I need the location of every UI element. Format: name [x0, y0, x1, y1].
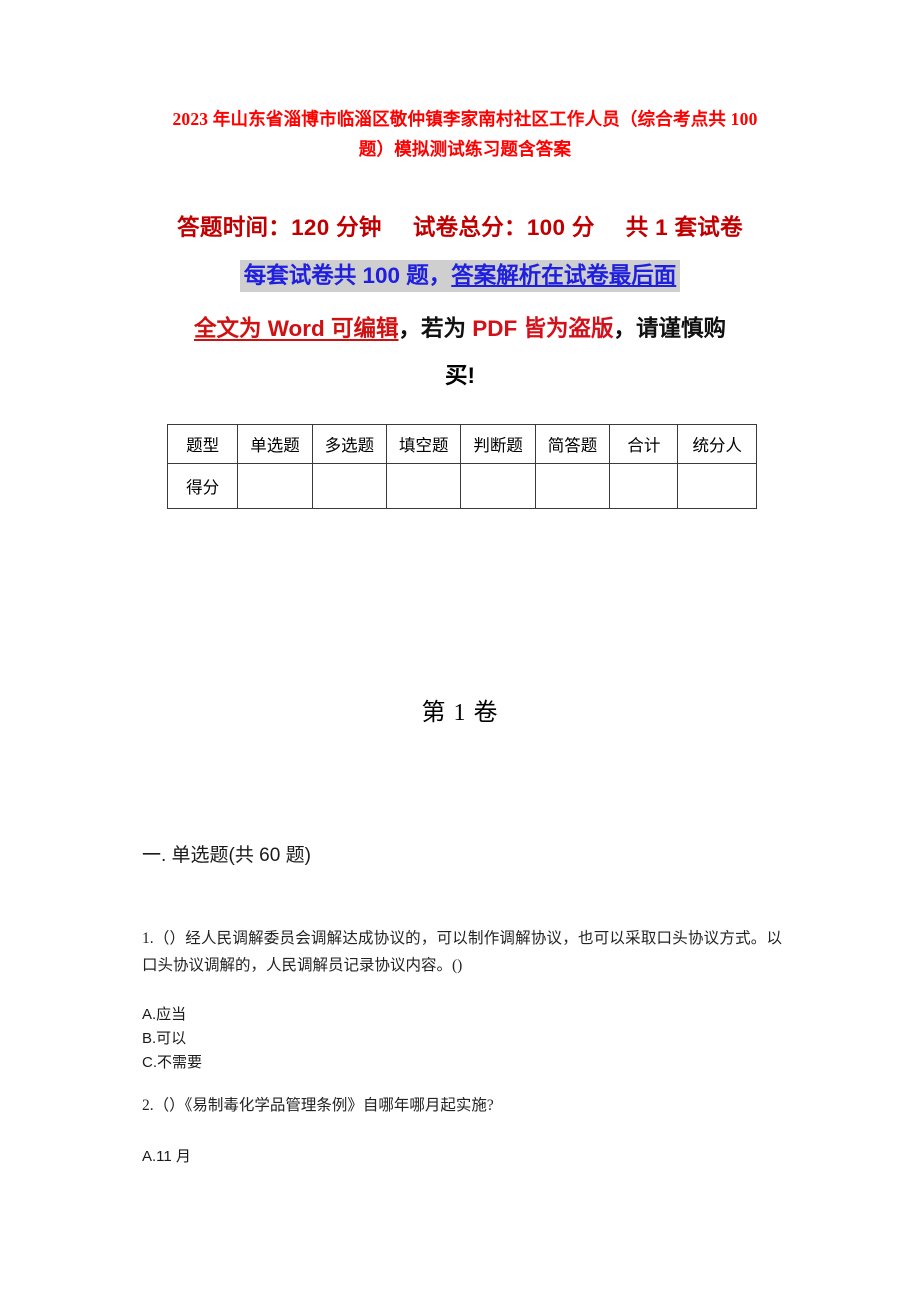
option-item[interactable]: A.11 月 [142, 1145, 191, 1169]
option-item[interactable]: C.不需要 [142, 1051, 202, 1075]
document-page: 2023 年山东省淄博市临淄区敬仲镇李家南村社区工作人员（综合考点共 100 题… [0, 0, 920, 1302]
score-cell[interactable] [237, 463, 313, 509]
page-title: 2023 年山东省淄博市临淄区敬仲镇李家南村社区工作人员（综合考点共 100 题… [160, 104, 770, 164]
question-options: A.11 月 [142, 1145, 191, 1169]
option-item[interactable]: B.可以 [142, 1027, 202, 1051]
score-cell[interactable] [609, 463, 679, 509]
table-row-header: 题型 单选题 多选题 填空题 判断题 简答题 合计 统分人 [166, 424, 757, 464]
page-title-line1: 2023 年山东省淄博市临淄区敬仲镇李家南村社区工作人员（综合考点共 100 [172, 109, 758, 129]
table-header-cell: 填空题 [386, 424, 462, 464]
format-warning-notice: 全文为 Word 可编辑，若为 PDF 皆为盗版，请谨慎购 买! [150, 305, 770, 399]
table-header-cell: 简答题 [534, 424, 611, 464]
table-header-cell: 判断题 [460, 424, 536, 464]
score-cell[interactable] [386, 463, 462, 509]
table-row: 得分 [166, 463, 757, 509]
exam-set-count-label: 共 1 套试卷 [625, 215, 743, 240]
section-heading-single-choice: 一. 单选题(共 60 题) [142, 845, 311, 866]
exam-info-line: 答题时间：120 分钟 试卷总分：100 分 共 1 套试卷 [0, 210, 920, 242]
score-cell[interactable] [460, 463, 536, 509]
exam-total-score-label: 试卷总分：100 分 [412, 215, 595, 240]
option-item[interactable]: A.应当 [142, 1003, 202, 1027]
answer-location-notice: 每套试卷共 100 题，答案解析在试卷最后面 [0, 258, 920, 292]
page-title-line2: 题）模拟测试练习题含答案 [358, 139, 572, 159]
question-text: 2.（）《易制毒化学品管理条例》自哪年哪月起实施? [142, 1097, 494, 1114]
score-table: 题型 单选题 多选题 填空题 判断题 简答题 合计 统分人 得分 [166, 424, 757, 509]
pdf-piracy-text: PDF 皆为盗版 [472, 316, 614, 341]
table-header-cell: 多选题 [311, 424, 388, 464]
table-header-cell: 统分人 [677, 424, 757, 464]
question-text: 1.（）经人民调解委员会调解达成协议的，可以制作调解协议，也可以采取口头协议方式… [142, 930, 782, 974]
score-cell[interactable] [311, 463, 388, 509]
warning-tail-text: ，请谨慎购 [613, 316, 727, 341]
question-options: A.应当 B.可以 C.不需要 [142, 1003, 202, 1075]
table-row-label: 得分 [166, 463, 239, 509]
table-header-cell: 合计 [609, 424, 679, 464]
score-cell[interactable] [534, 463, 611, 509]
warning-second-line: 买! [445, 363, 475, 388]
table-header-cell: 题型 [166, 424, 239, 464]
notice-text-part1: 每套试卷共 100 题， [243, 263, 452, 288]
score-cell[interactable] [677, 463, 757, 509]
notice-text-underlined: 答案解析在试卷最后面 [451, 263, 677, 288]
warning-connector-text: ，若为 [398, 316, 473, 341]
exam-duration-label: 答题时间：120 分钟 [177, 215, 382, 240]
table-header-cell: 单选题 [237, 424, 313, 464]
volume-label: 第 1 卷 [421, 700, 499, 726]
notice-highlight: 每套试卷共 100 题，答案解析在试卷最后面 [239, 260, 681, 292]
word-editable-text: 全文为 Word 可编辑 [193, 316, 399, 341]
